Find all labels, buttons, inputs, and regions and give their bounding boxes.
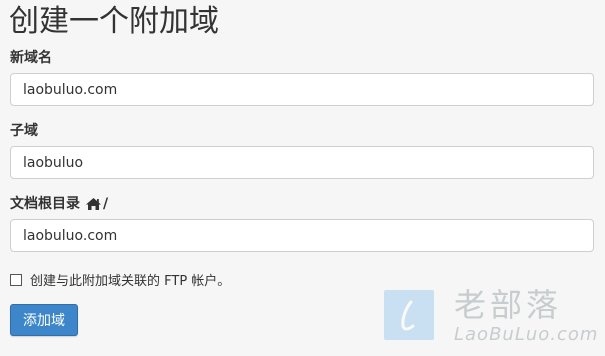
ftp-account-checkbox-label[interactable]: 创建与此附加域关联的 FTP 帐户。	[30, 270, 230, 289]
document-root-label-row: 文档根目录 /	[10, 195, 108, 213]
watermark: 老部落 LaoBuLuo.com	[384, 287, 600, 349]
watermark-logo	[384, 290, 434, 340]
subdomain-input[interactable]	[10, 146, 594, 179]
subdomain-label: 子域	[10, 123, 38, 139]
document-root-label: 文档根目录	[10, 196, 80, 212]
document-root-input[interactable]	[10, 219, 594, 252]
add-domain-button[interactable]: 添加域	[10, 304, 78, 336]
watermark-brand-en: LaoBuLuo.com	[454, 324, 599, 345]
new-domain-input[interactable]	[10, 73, 594, 106]
add-addon-domain-page: 创建一个附加域 新域名 子域 文档根目录 / 创建与此附加域关联的 FTP 帐户…	[0, 0, 605, 356]
watermark-brand-cn: 老部落	[454, 286, 563, 324]
new-domain-label: 新域名	[10, 50, 52, 66]
home-icon	[85, 197, 102, 211]
ftp-account-option: 创建与此附加域关联的 FTP 帐户。	[10, 270, 230, 289]
ftp-account-checkbox[interactable]	[10, 273, 22, 286]
page-title: 创建一个附加域	[9, 4, 219, 39]
document-root-suffix: /	[103, 196, 109, 212]
